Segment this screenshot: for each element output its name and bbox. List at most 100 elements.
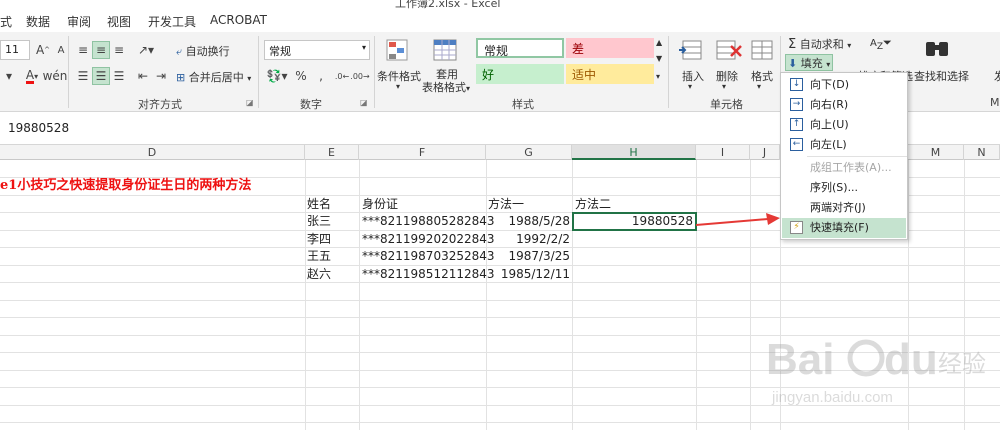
tab-developer[interactable]: 开发工具 — [148, 13, 196, 30]
find-select-button[interactable]: 查找和选择 — [914, 68, 969, 84]
number-launcher-icon[interactable]: ◪ — [360, 98, 368, 107]
svg-text:经验: 经验 — [938, 350, 986, 378]
table-format-icon — [433, 39, 457, 61]
excel-window: 工作簿2.xlsx - Excel 式 数据 审阅 视图 开发工具 ACROBA… — [0, 0, 1000, 430]
align-top-icon[interactable]: ≡ — [74, 41, 92, 59]
increase-indent-icon[interactable]: ⇥ — [152, 67, 170, 85]
menu-item-fill-down[interactable]: ↓ 向下(D) — [782, 75, 906, 95]
comma-style-icon[interactable]: , — [312, 67, 330, 85]
align-left-icon[interactable]: ☰ — [74, 67, 92, 85]
style-neutral[interactable]: 适中 — [566, 64, 654, 84]
style-bad[interactable]: 差 — [566, 38, 654, 58]
insert-cells-icon — [679, 40, 702, 60]
sigma-icon: Σ — [788, 37, 797, 52]
phonetic-icon[interactable]: wén — [43, 67, 68, 85]
group-number-label: 数字 — [300, 98, 322, 111]
border-icon[interactable]: ▾ — [0, 67, 18, 85]
column-header-g[interactable]: G — [486, 145, 572, 160]
menu-item-label: 向上(U) — [810, 118, 849, 131]
active-cell-selection[interactable] — [572, 212, 697, 231]
decrease-decimal-icon[interactable]: .00→ — [350, 67, 369, 85]
tab-review[interactable]: 审阅 — [67, 13, 91, 30]
table-format-button[interactable]: 表格格式▾ — [422, 79, 470, 95]
alignment-launcher-icon[interactable]: ◪ — [246, 98, 254, 107]
format-cells-icon — [751, 40, 773, 60]
tab-view[interactable]: 视图 — [107, 13, 131, 30]
column-header-n[interactable]: N — [964, 145, 1000, 160]
style-good[interactable]: 好 — [476, 64, 564, 84]
delete-button[interactable]: 删除 — [716, 68, 738, 84]
merge-icon: ⊞ — [176, 71, 186, 84]
style-normal[interactable]: 常规 — [476, 38, 564, 58]
chevron-down-icon: ▾ — [361, 43, 366, 52]
cell-name: 李四 — [307, 232, 332, 246]
menu-item-justify[interactable]: 两端对齐(J) — [782, 198, 906, 218]
insert-button[interactable]: 插入 — [682, 68, 704, 84]
styles-scroll-down-icon[interactable]: ▼ — [656, 54, 662, 63]
group-alignment-label: 对齐方式 — [138, 98, 182, 111]
column-header-m[interactable]: M — [908, 145, 964, 160]
number-format-select[interactable]: 常规 ▾ — [264, 40, 370, 60]
tab-data[interactable]: 数据 — [26, 13, 50, 30]
tab-formulas[interactable]: 式 — [0, 13, 12, 30]
align-center-icon[interactable]: ☰ — [92, 67, 110, 85]
column-header-f[interactable]: F — [359, 145, 486, 160]
menu-item-series[interactable]: 序列(S)... — [782, 178, 906, 198]
tab-acrobat[interactable]: ACROBAT — [210, 13, 267, 27]
header-method1: 方法一 — [488, 197, 525, 211]
delete-cells-icon — [716, 40, 742, 60]
svg-text:du: du — [884, 335, 938, 384]
percent-icon[interactable]: % — [292, 67, 310, 85]
autosum-button[interactable]: Σ 自动求和 ▾ — [788, 36, 851, 52]
menu-item-fill-right[interactable]: → 向右(R) — [782, 95, 906, 115]
arrow-right-icon: → — [790, 98, 803, 111]
font-color-icon[interactable]: A ▾ — [20, 67, 44, 85]
cell-id: ***821198512112843 — [362, 267, 495, 281]
increase-font-icon[interactable]: A ^ — [34, 41, 52, 59]
orientation-icon[interactable]: ↗▾ — [134, 41, 158, 59]
styles-scroll-up-icon[interactable]: ▲ — [656, 38, 662, 47]
column-header-d[interactable]: D — [0, 145, 305, 160]
cell-method1: 1987/3/25 — [508, 249, 570, 263]
font-size-select[interactable]: 11 — [0, 40, 30, 60]
fill-dropdown-menu: ↓ 向下(D) → 向右(R) ↑ 向上(U) ← 向左(L) 成组工作表(A)… — [780, 72, 908, 240]
conditional-format-icon — [386, 39, 408, 61]
column-header-e[interactable]: E — [305, 145, 359, 160]
arrow-left-icon: ← — [790, 138, 803, 151]
group-styles-label: 样式 — [512, 98, 534, 111]
chevron-down-icon: ▾ — [688, 82, 693, 91]
wrap-text-icon: ⤶ — [176, 45, 183, 58]
header-id: 身份证 — [362, 197, 399, 211]
align-middle-icon[interactable]: ≡ — [92, 41, 110, 59]
cell-id: ***821199202022843 — [362, 232, 495, 246]
autosum-label: 自动求和 — [799, 38, 844, 51]
chevron-down-icon: ▾ — [247, 74, 252, 83]
column-header-h[interactable]: H — [572, 145, 696, 160]
currency-icon[interactable]: 💱▾ — [264, 67, 290, 85]
fill-button[interactable]: ⬇ 填充 ▾ — [785, 54, 834, 71]
menu-item-fill-left[interactable]: ← 向左(L) — [782, 135, 906, 155]
ribbon-tabs: 式 数据 审阅 视图 开发工具 ACROBAT — [0, 10, 1000, 32]
menu-item-label: 向下(D) — [810, 78, 850, 91]
format-button[interactable]: 格式 — [751, 68, 773, 84]
align-bottom-icon[interactable]: ≡ — [110, 41, 128, 59]
merge-center-button[interactable]: ⊞ 合并后居中 ▾ — [176, 69, 251, 85]
column-header-j[interactable]: J — [750, 145, 780, 160]
increase-decimal-icon[interactable]: .0← — [334, 67, 350, 85]
binoculars-icon — [926, 42, 948, 56]
decrease-indent-icon[interactable]: ⇤ — [134, 67, 152, 85]
menu-item-fill-up[interactable]: ↑ 向上(U) — [782, 115, 906, 135]
align-right-icon[interactable]: ☰ — [110, 67, 128, 85]
wrap-text-button[interactable]: ⤶ 自动换行 — [176, 43, 230, 59]
group-cells-label: 单元格 — [710, 98, 743, 111]
column-header-i[interactable]: I — [696, 145, 750, 160]
cell-method1: 1992/2/2 — [516, 232, 570, 246]
menu-item-flash-fill[interactable]: ⚡ 快速填充(F) — [782, 218, 906, 238]
sort-filter-icon[interactable]: AZ⏷ — [870, 36, 892, 52]
sheet-title: e1小技巧之快速提取身份证生日的两种方法 — [0, 178, 252, 193]
fill-down-icon: ⬇ — [788, 57, 798, 70]
number-format-value: 常规 — [269, 45, 291, 58]
baidu-watermark: Bai du 经验 jingyan.baidu.com — [766, 335, 986, 406]
cell-id: ***821198703252843 — [362, 249, 495, 263]
styles-more-icon[interactable]: ▾ — [656, 72, 660, 81]
